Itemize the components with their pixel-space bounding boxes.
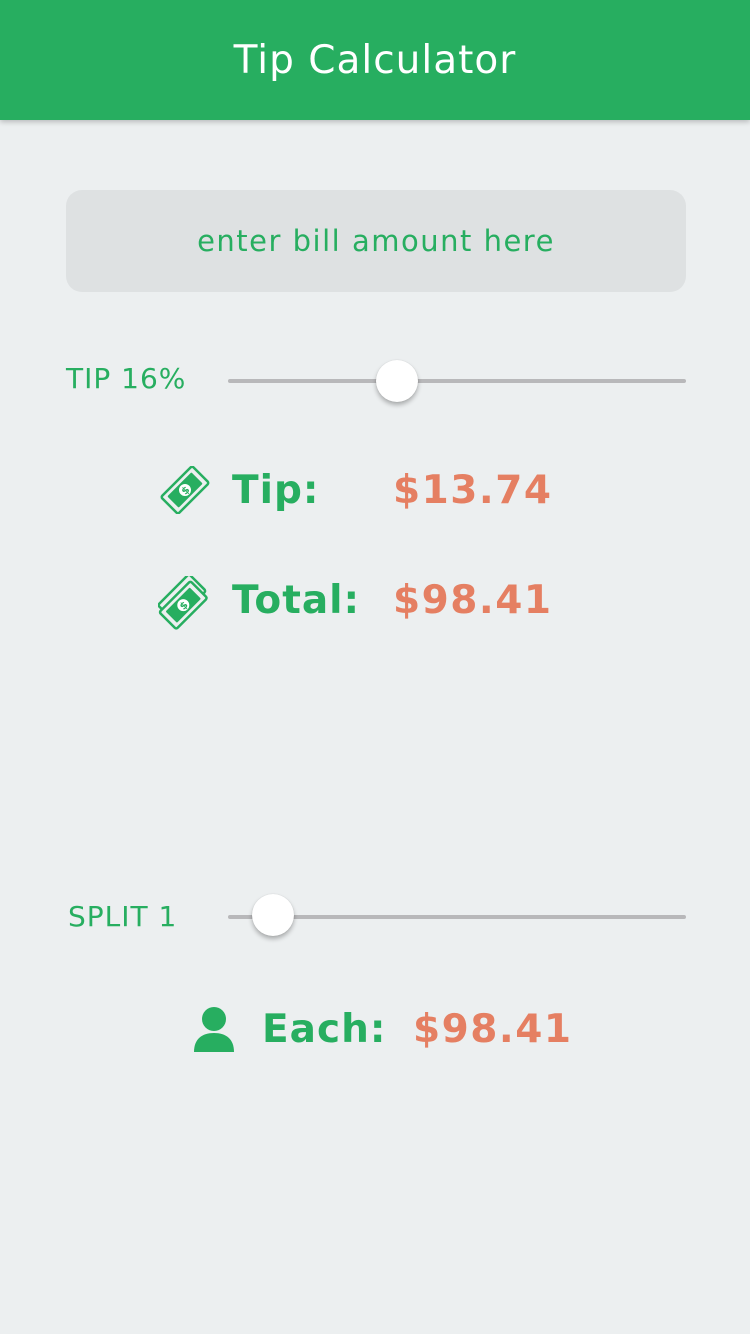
bill-amount-input[interactable]: [66, 190, 686, 292]
each-label: Each:: [262, 1007, 387, 1052]
tip-slider-track[interactable]: [228, 379, 686, 383]
total-amount-value: $98.41: [393, 578, 553, 623]
app-title: Tip Calculator: [233, 37, 517, 83]
money-bill-icon: $: [160, 465, 210, 518]
tip-percent-label: TIP 16%: [66, 362, 187, 395]
money-stack-icon: $: [157, 573, 210, 634]
tip-label: Tip:: [232, 468, 320, 513]
person-icon: [192, 1006, 236, 1058]
tip-slider-thumb[interactable]: [376, 360, 418, 402]
split-slider-thumb[interactable]: [252, 894, 294, 936]
total-label: Total:: [232, 578, 361, 623]
navigation-bar: Tip Calculator: [0, 0, 750, 120]
split-count-label: SPLIT 1: [68, 900, 178, 933]
split-slider-track[interactable]: [228, 915, 686, 919]
each-amount-value: $98.41: [413, 1007, 573, 1052]
tip-amount-value: $13.74: [393, 468, 553, 513]
